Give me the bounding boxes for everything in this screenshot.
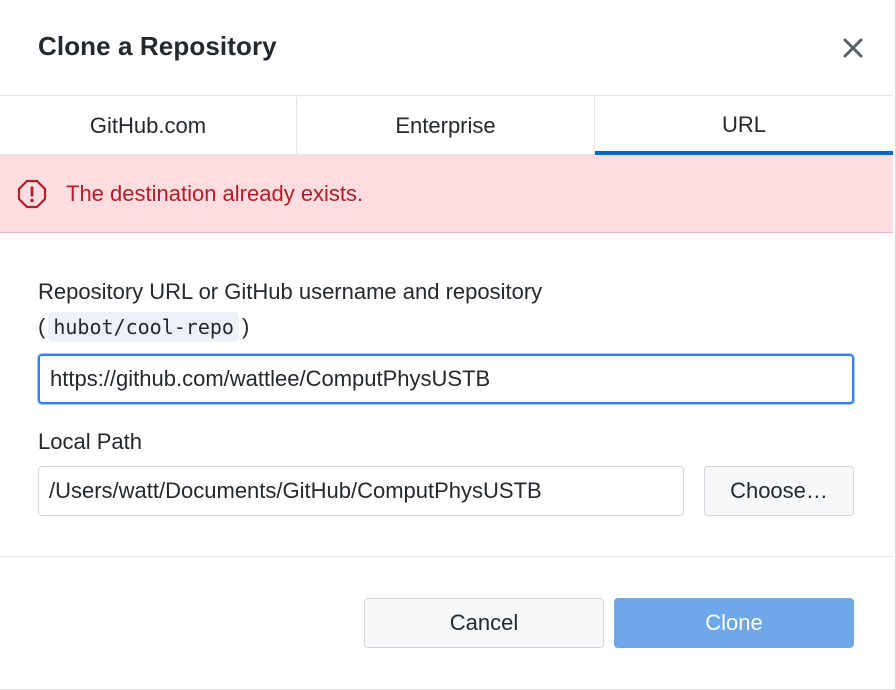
- repository-url-input[interactable]: https://github.com/wattlee/ComputPhysUST…: [38, 354, 854, 404]
- clone-button[interactable]: Clone: [614, 598, 854, 648]
- hint-open-paren: (: [38, 314, 46, 339]
- clone-repository-dialog: Clone a Repository GitHub.com Enterprise…: [0, 0, 896, 690]
- tab-url[interactable]: URL: [595, 97, 893, 155]
- hint-example-code: hubot/cool-repo: [48, 312, 239, 342]
- tab-enterprise[interactable]: Enterprise: [297, 97, 595, 155]
- footer-divider: [0, 556, 893, 557]
- hint-close-paren: ): [241, 314, 250, 339]
- dialog-header: Clone a Repository: [0, 0, 893, 96]
- repository-url-label: Repository URL or GitHub username and re…: [38, 279, 543, 304]
- tab-bar: GitHub.com Enterprise URL: [0, 97, 893, 155]
- close-button[interactable]: [836, 33, 870, 63]
- local-path-input[interactable]: /Users/watt/Documents/GitHub/ComputPhysU…: [38, 466, 684, 516]
- alert-circle-icon: [17, 179, 47, 209]
- cancel-button[interactable]: Cancel: [364, 598, 604, 648]
- choose-button[interactable]: Choose…: [704, 466, 854, 516]
- local-path-label: Local Path: [38, 429, 142, 454]
- error-banner: The destination already exists.: [0, 155, 893, 233]
- error-message: The destination already exists.: [66, 181, 364, 206]
- dialog-title: Clone a Repository: [38, 31, 277, 61]
- tab-github-com[interactable]: GitHub.com: [0, 97, 297, 155]
- close-icon: [843, 38, 863, 58]
- repository-hint: ( hubot/cool-repo ): [38, 312, 249, 342]
